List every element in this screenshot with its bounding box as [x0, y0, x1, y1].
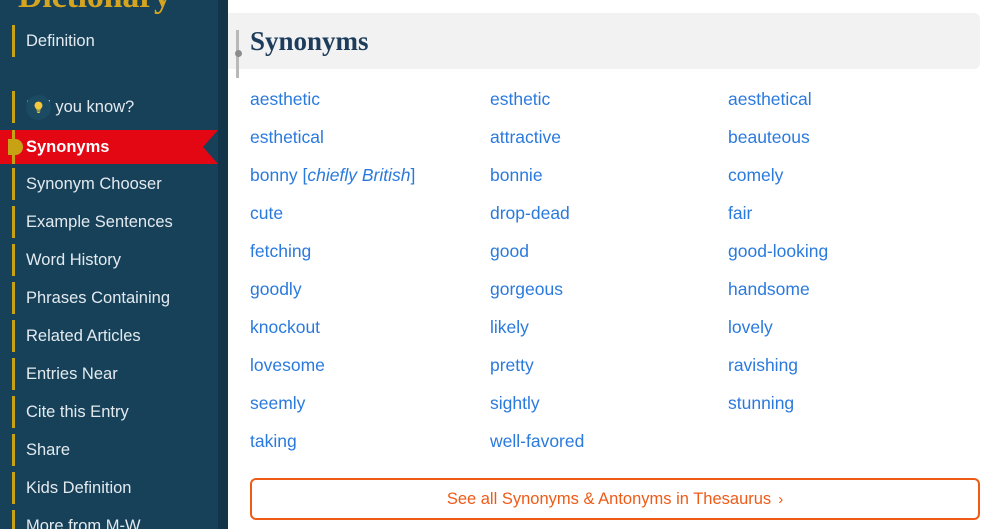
synonym-link[interactable]: esthetic — [490, 80, 584, 118]
sidebar-item-share[interactable]: Share — [0, 431, 218, 469]
sidebar-rule — [12, 244, 15, 276]
sidebar-item-label: Synonym Chooser — [26, 175, 162, 193]
sidebar-item-phrases-containing[interactable]: Phrases Containing — [0, 279, 218, 317]
sidebar-item-did-you-know[interactable]: Did you know? — [0, 88, 218, 126]
sidebar-item-label: Synonyms — [26, 138, 110, 156]
sidebar-right-edge — [218, 0, 228, 529]
sidebar-item-example-sentences[interactable]: Example Sentences — [0, 203, 218, 241]
sidebar-rule — [12, 25, 15, 57]
sidebar-item-label: Cite this Entry — [26, 403, 129, 421]
synonym-link[interactable]: seemly — [250, 384, 415, 422]
synonym-link[interactable]: beauteous — [728, 118, 828, 156]
sidebar-item-synonym-chooser[interactable]: Synonym Chooser — [0, 165, 218, 203]
see-all-thesaurus-button[interactable]: See all Synonyms & Antonyms in Thesaurus… — [250, 478, 980, 520]
sidebar-rule — [12, 358, 15, 390]
synonyms-column-3: aesthetical beauteous comely fair good-looki… — [728, 80, 828, 422]
brand-title: Dictionary — [18, 0, 171, 16]
sidebar-rule — [12, 320, 15, 352]
synonym-link[interactable]: fair — [728, 194, 828, 232]
synonyms-column-1: aesthetic esthetical bonny [chiefly Britis… — [250, 80, 415, 460]
sidebar-item-label: Entries Near — [26, 365, 118, 383]
sidebar-item-cite-this-entry[interactable]: Cite this Entry — [0, 393, 218, 431]
sidebar-item-definition[interactable]: Definition — [0, 22, 218, 60]
synonym-link[interactable]: good-looking — [728, 232, 828, 270]
synonym-link[interactable]: bonnie — [490, 156, 584, 194]
synonym-link[interactable]: taking — [250, 422, 415, 460]
sidebar-rule — [12, 206, 15, 238]
sidebar-item-label: Word History — [26, 251, 122, 269]
sidebar-rule — [12, 510, 15, 529]
sidebar-item-label: Definition — [26, 32, 95, 50]
synonym-link[interactable]: good — [490, 232, 584, 270]
sidebar-rule — [12, 282, 15, 314]
synonym-link[interactable]: knockout — [250, 308, 415, 346]
sidebar-item-label: Example Sentences — [26, 213, 173, 231]
synonym-link[interactable]: bonny [chiefly British] — [250, 156, 415, 194]
synonym-link[interactable]: well-favored — [490, 422, 584, 460]
sidebar-item-label: More from M-W — [26, 517, 141, 529]
sidebar-item-word-history[interactable]: Word History — [0, 241, 218, 279]
sidebar-rule — [12, 91, 15, 123]
synonym-link[interactable]: attractive — [490, 118, 584, 156]
sidebar-item-kids-definition[interactable]: Kids Definition — [0, 469, 218, 507]
lightbulb-icon — [26, 95, 51, 120]
synonym-link[interactable]: pretty — [490, 346, 584, 384]
synonym-link[interactable]: esthetical — [250, 118, 415, 156]
synonym-link[interactable]: drop-dead — [490, 194, 584, 232]
sidebar-item-more-from-m-w[interactable]: More from M-W — [0, 507, 218, 529]
sidebar-item-label: Related Articles — [26, 327, 141, 345]
synonym-link[interactable]: comely — [728, 156, 828, 194]
sidebar-nav: Dictionary Definition Did you know? Synony… — [0, 0, 218, 529]
sidebar-rule — [12, 472, 15, 504]
section-bullet-icon — [235, 50, 242, 57]
sidebar-item-entries-near[interactable]: Entries Near — [0, 355, 218, 393]
synonym-link[interactable]: aesthetic — [250, 80, 415, 118]
chevron-right-icon: › — [778, 490, 784, 508]
sidebar-rule — [12, 168, 15, 200]
cta-label: See all Synonyms & Antonyms in Thesaurus — [446, 489, 772, 508]
synonym-link[interactable]: handsome — [728, 270, 828, 308]
synonym-link[interactable]: gorgeous — [490, 270, 584, 308]
synonym-link[interactable]: fetching — [250, 232, 415, 270]
synonym-link[interactable]: sightly — [490, 384, 584, 422]
sidebar-rule — [12, 396, 15, 428]
page-title: Synonyms — [250, 26, 369, 56]
sidebar-rule — [12, 434, 15, 466]
main-content: Synonyms aesthetic esthetical bonny [chief… — [228, 0, 1008, 529]
sidebar-item-synonyms[interactable]: Synonyms — [0, 130, 218, 164]
sidebar-item-related-articles[interactable]: Related Articles — [0, 317, 218, 355]
synonym-link[interactable]: lovely — [728, 308, 828, 346]
synonym-link[interactable]: aesthetical — [728, 80, 828, 118]
synonym-link[interactable]: lovesome — [250, 346, 415, 384]
sidebar-item-label: Phrases Containing — [26, 289, 171, 307]
sidebar-item-label: Kids Definition — [26, 479, 132, 497]
synonym-link[interactable]: ravishing — [728, 346, 828, 384]
synonym-link[interactable]: cute — [250, 194, 415, 232]
sidebar-item-label: Share — [26, 441, 71, 459]
synonym-link[interactable]: likely — [490, 308, 584, 346]
usage-label: chiefly British — [307, 165, 411, 185]
synonym-link[interactable]: stunning — [728, 384, 828, 422]
sidebar-rule — [12, 130, 15, 164]
synonyms-column-2: esthetic attractive bonnie drop-dead good gor… — [490, 80, 584, 460]
active-marker-icon — [8, 139, 23, 155]
synonym-link[interactable]: goodly — [250, 270, 415, 308]
